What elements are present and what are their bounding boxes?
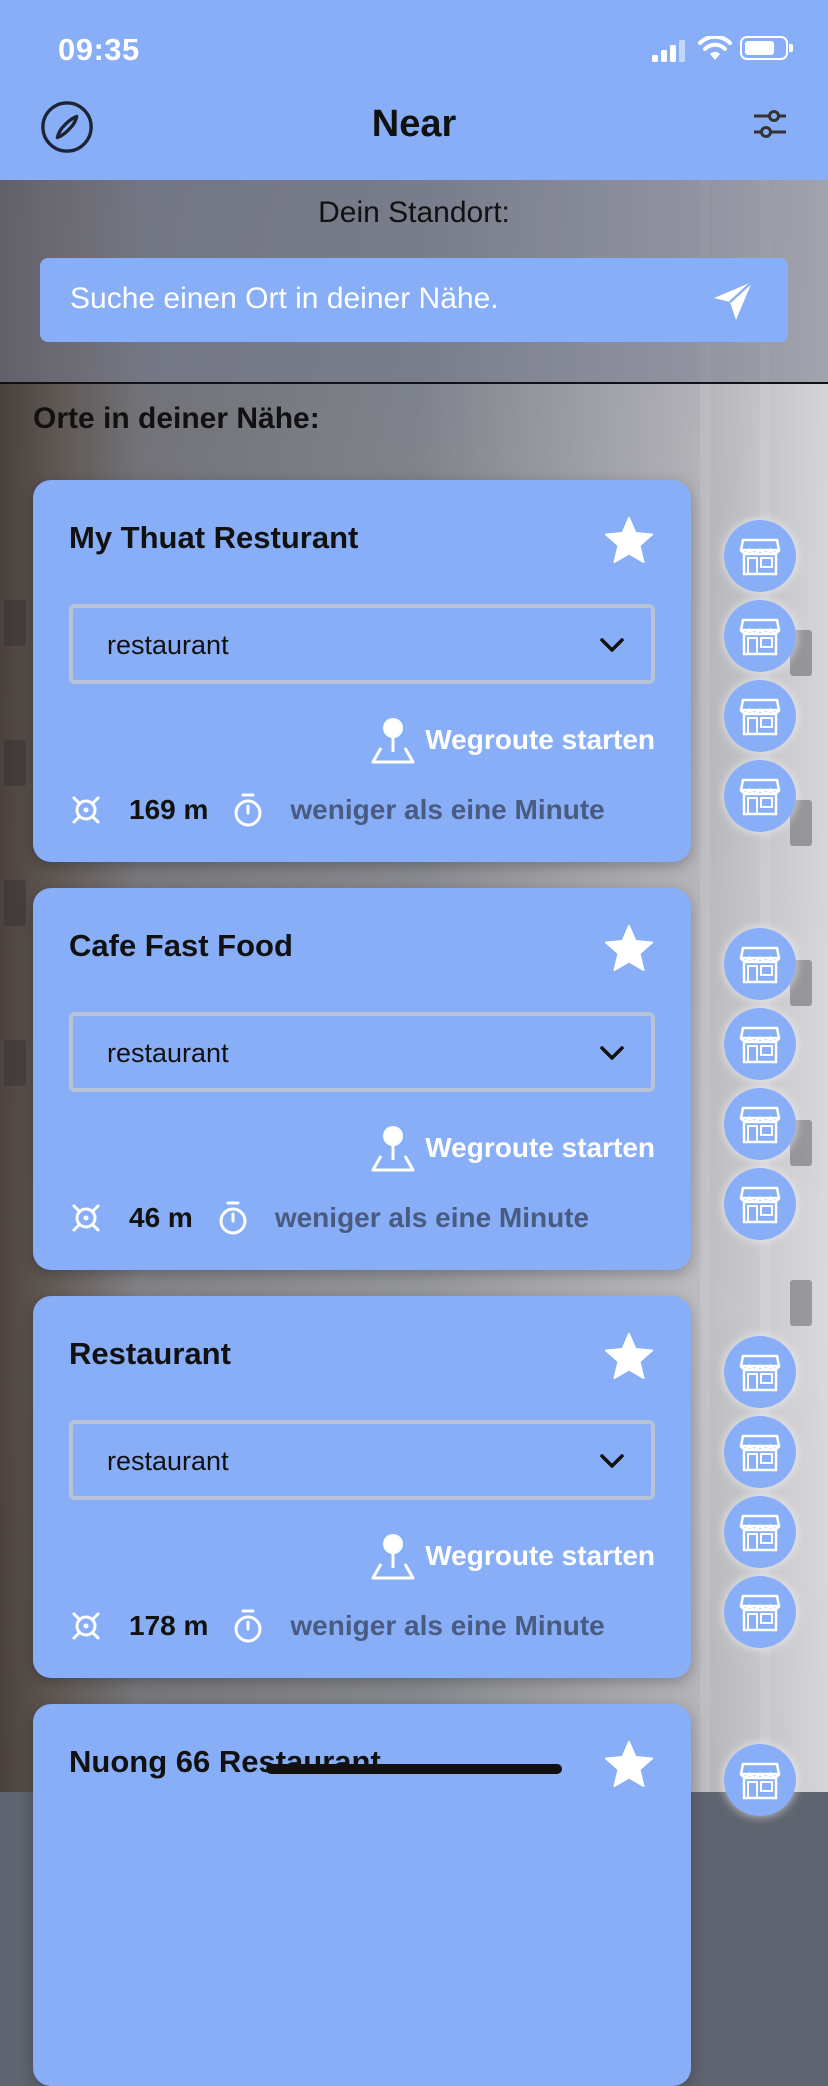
distance-value: 178 m [129,1610,209,1641]
chevron-down-icon [600,1046,624,1060]
star-icon[interactable] [603,1740,655,1790]
store-icon [739,1594,781,1632]
store-icon [739,946,781,984]
eta-value: weniger als eine Minute [290,1610,605,1641]
store-bubble[interactable] [724,680,796,752]
place-stats: 178 m weniger als eine Minute [69,1604,605,1648]
store-bubble[interactable] [724,1336,796,1408]
start-route-label: Wegroute starten [425,724,655,755]
place-name: Restaurant [69,1336,231,1371]
store-bubble[interactable] [724,928,796,1000]
store-bubble[interactable] [724,1576,796,1648]
store-icon [739,1106,781,1144]
place-card[interactable]: Cafe Fast Food restaurant Wegroute start… [33,888,691,1270]
store-icon [739,1026,781,1064]
category-dropdown[interactable]: restaurant [69,604,655,684]
store-icon [739,1762,781,1800]
place-card[interactable]: My Thuat Resturant restaurant Wegroute s… [33,480,691,862]
start-route-label: Wegroute starten [425,1540,655,1571]
store-bubble[interactable] [724,1416,796,1488]
store-bubble[interactable] [724,760,796,832]
timer-icon [234,793,262,827]
place-card[interactable]: Restaurant restaurant Wegroute starten 1… [33,1296,691,1678]
eta-value: weniger als eine Minute [274,1202,590,1233]
map-pin-icon [371,1534,415,1580]
timer-icon [234,1609,262,1643]
category-value: restaurant [107,1038,229,1068]
category-value: restaurant [107,1446,229,1476]
distance-icon [72,1612,100,1640]
search-placeholder: Suche einen Ort in deiner Nähe. [70,282,499,315]
place-card[interactable]: Nuong 66 Restaurant [33,1704,691,2086]
store-bubble[interactable] [724,1744,796,1816]
home-indicator[interactable] [266,1764,562,1774]
map-pin-icon [371,1126,415,1172]
place-name: Cafe Fast Food [69,928,293,963]
timer-icon [219,1201,247,1235]
start-route-button[interactable]: Wegroute starten [367,1530,655,1582]
distance-value: 169 m [129,794,209,825]
store-icon [739,538,781,576]
store-icon [739,618,781,656]
status-time: 09:35 [58,32,140,67]
store-bubble[interactable] [724,1168,796,1240]
map-pin-icon [371,718,415,764]
store-icon [739,778,781,816]
store-bubble[interactable] [724,520,796,592]
category-dropdown[interactable]: restaurant [69,1012,655,1092]
page-title: Near [371,103,457,145]
start-route-button[interactable]: Wegroute starten [367,714,655,766]
chevron-down-icon [600,1454,624,1468]
store-bubble[interactable] [724,1088,796,1160]
category-dropdown[interactable]: restaurant [69,1420,655,1500]
place-stats: 169 m weniger als eine Minute [69,788,605,832]
status-bar: 09:35 [0,0,828,100]
search-input[interactable]: Suche einen Ort in deiner Nähe. [40,258,788,342]
location-label: Dein Standort: [318,196,510,229]
send-icon[interactable] [712,280,754,322]
store-icon [739,1186,781,1224]
start-route-button[interactable]: Wegroute starten [367,1122,655,1174]
store-icon [739,1354,781,1392]
category-value: restaurant [107,630,229,660]
start-route-label: Wegroute starten [425,1132,655,1163]
store-bubble[interactable] [724,1496,796,1568]
wifi-icon [698,36,732,60]
place-stats: 46 m weniger als eine Minute [69,1196,589,1240]
store-icon [739,1434,781,1472]
store-icon [739,1514,781,1552]
store-bubble[interactable] [724,1008,796,1080]
distance-value: 46 m [129,1202,193,1233]
place-name: Nuong 66 Restaurant [69,1744,381,1779]
star-icon[interactable] [603,924,655,974]
chevron-down-icon [600,638,624,652]
star-icon[interactable] [603,1332,655,1382]
store-bubble[interactable] [724,600,796,672]
distance-icon [72,1204,100,1232]
distance-icon [72,796,100,824]
place-name: My Thuat Resturant [69,520,359,555]
store-icon [739,698,781,736]
cellular-signal-icon [652,40,685,62]
section-title: Orte in deiner Nähe: [33,402,320,435]
star-icon[interactable] [603,516,655,566]
location-panel: Dein Standort: Suche einen Ort in deiner… [0,180,828,384]
tune-icon[interactable] [752,106,788,142]
eta-value: weniger als eine Minute [290,794,605,825]
nav-bar: Near [0,100,828,180]
battery-icon [740,36,793,60]
